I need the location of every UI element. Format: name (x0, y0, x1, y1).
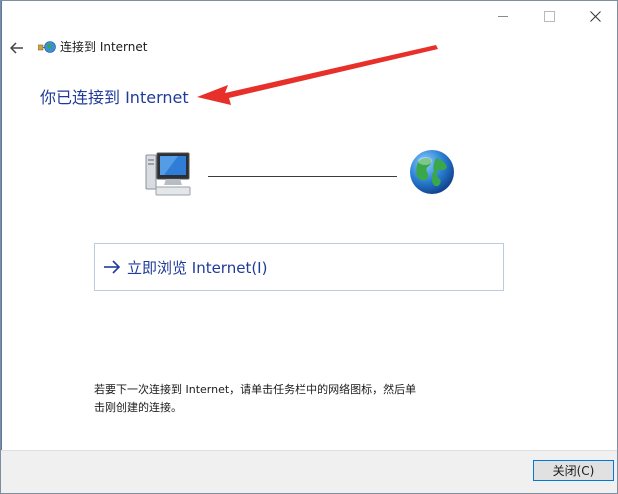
hint-line-2: 击刚创建的连接。 (94, 401, 182, 414)
minimize-icon (498, 16, 508, 17)
window-edge (1, 1, 2, 493)
globe-icon (410, 150, 454, 194)
back-arrow-icon (10, 42, 23, 54)
close-icon (589, 11, 601, 22)
right-arrow-icon (104, 260, 121, 274)
window-title: 连接到 Internet (60, 40, 148, 54)
close-window-button[interactable] (572, 1, 617, 32)
connection-line (208, 176, 397, 177)
browse-internet-label: 立即浏览 Internet(I) (127, 258, 268, 277)
dialog-footer (1, 450, 617, 493)
connection-hint: 若要下一次连接到 Internet，请单击任务栏中的网络图标，然后单 击刚创建的… (94, 381, 494, 417)
hint-line-1: 若要下一次连接到 Internet，请单击任务栏中的网络图标，然后单 (94, 383, 417, 396)
maximize-button[interactable] (526, 1, 572, 32)
network-connection-icon (38, 41, 56, 53)
dialog-window: 连接到 Internet 你已连接到 Internet 立即浏览 Interne… (0, 0, 618, 494)
close-button[interactable]: 关闭(C) (533, 460, 614, 481)
back-button[interactable] (7, 38, 27, 58)
maximize-icon (543, 11, 555, 22)
computer-icon (145, 152, 191, 196)
minimize-button[interactable] (480, 1, 526, 32)
browse-internet-link[interactable]: 立即浏览 Internet(I) (94, 243, 504, 291)
annotation-arrow (197, 45, 438, 105)
status-heading: 你已连接到 Internet (40, 88, 189, 107)
